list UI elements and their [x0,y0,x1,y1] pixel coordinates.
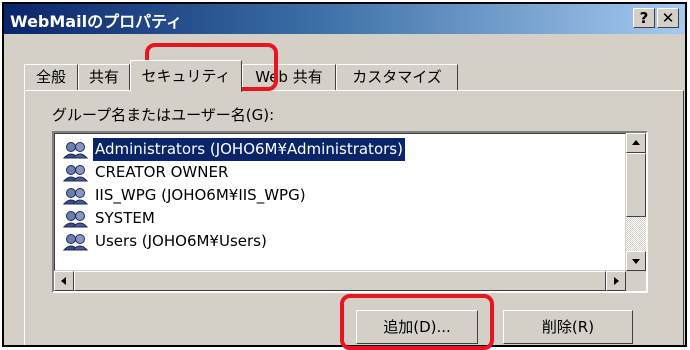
arrow-left-icon [61,277,66,285]
group-icon [62,164,89,182]
group-icon [62,210,89,228]
arrow-right-icon [614,277,619,285]
tab-customize[interactable]: カスタマイズ [336,64,458,91]
scroll-down-button[interactable] [626,251,646,271]
user-name: SYSTEM [95,209,155,227]
horizontal-scrollbar[interactable] [54,271,626,291]
window-title: WebMailのプロパティ [10,12,183,31]
user-name: Administrators (JOHO6M¥Administrators) [93,138,405,161]
scroll-up-button[interactable] [626,133,646,153]
tab-general[interactable]: 全般 [24,64,78,91]
scroll-right-button[interactable] [606,271,626,291]
properties-dialog: WebMailのプロパティ ? ✕ 全般 共有 セキュリティ Web 共有 カス… [2,2,687,347]
scrollbar-corner [626,271,646,291]
vertical-scroll-thumb[interactable] [626,153,646,217]
remove-button[interactable]: 削除(R) [503,310,633,344]
user-name: Users (JOHO6M¥Users) [95,232,267,250]
vertical-scrollbar[interactable] [626,133,646,271]
tab-web-sharing[interactable]: Web 共有 [242,64,336,91]
group-icon [62,187,89,205]
user-list-items: Administrators (JOHO6M¥Administrators) C… [54,133,626,271]
group-or-user-label: グループ名またはユーザー名(G): [52,106,275,124]
arrow-up-icon [632,140,640,145]
tab-sharing[interactable]: 共有 [78,64,130,91]
close-button[interactable]: ✕ [657,8,679,28]
user-name: IIS_WPG (JOHO6M¥IIS_WPG) [95,186,306,204]
arrow-down-icon [632,259,640,264]
user-name: CREATOR OWNER [95,163,229,181]
scroll-left-button[interactable] [54,271,74,291]
horizontal-scroll-thumb[interactable] [74,271,606,291]
user-list[interactable]: Administrators (JOHO6M¥Administrators) C… [52,131,648,293]
tab-security[interactable]: セキュリティ [130,60,242,92]
help-button[interactable]: ? [633,8,655,28]
group-icon [62,141,89,159]
add-button[interactable]: 追加(D)... [356,310,478,344]
group-icon [62,233,89,251]
title-bar[interactable]: WebMailのプロパティ ? ✕ [4,4,685,34]
